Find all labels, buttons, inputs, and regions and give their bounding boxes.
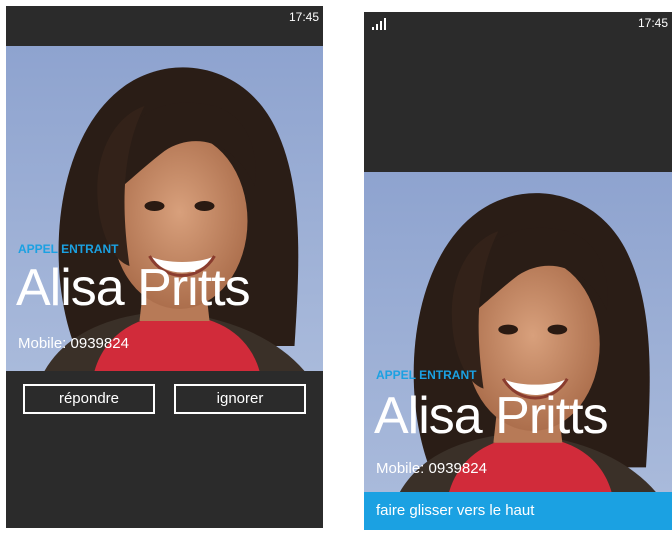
contact-photo-image xyxy=(6,46,323,371)
status-bar: 17:45 xyxy=(364,12,672,48)
call-status-label: APPEL ENTRANT xyxy=(376,368,477,382)
caller-number: Mobile: 0939824 xyxy=(18,335,129,352)
call-status-label: APPEL ENTRANT xyxy=(18,242,119,256)
ignore-button[interactable]: ignorer xyxy=(174,384,306,414)
status-time: 17:45 xyxy=(288,10,319,24)
caller-name: Alisa Pritts xyxy=(16,259,251,317)
incoming-call-screen-buttons: 17:45 APPEL ENTRANT Alisa Pritts Mobile:… xyxy=(6,6,323,528)
signal-strength-icon xyxy=(372,18,386,30)
incoming-call-screen-swipe: 17:45 APPEL ENTRANT Alisa Pritts Mobile:… xyxy=(364,12,672,530)
caller-number: Mobile: 0939824 xyxy=(376,460,487,477)
status-time: 17:45 xyxy=(637,16,668,30)
answer-button[interactable]: répondre xyxy=(23,384,155,414)
swipe-up-to-answer-bar[interactable]: faire glisser vers le haut xyxy=(364,492,672,530)
status-bar: 17:45 xyxy=(6,6,323,42)
contact-photo xyxy=(6,46,323,371)
caller-name: Alisa Pritts xyxy=(374,387,609,445)
